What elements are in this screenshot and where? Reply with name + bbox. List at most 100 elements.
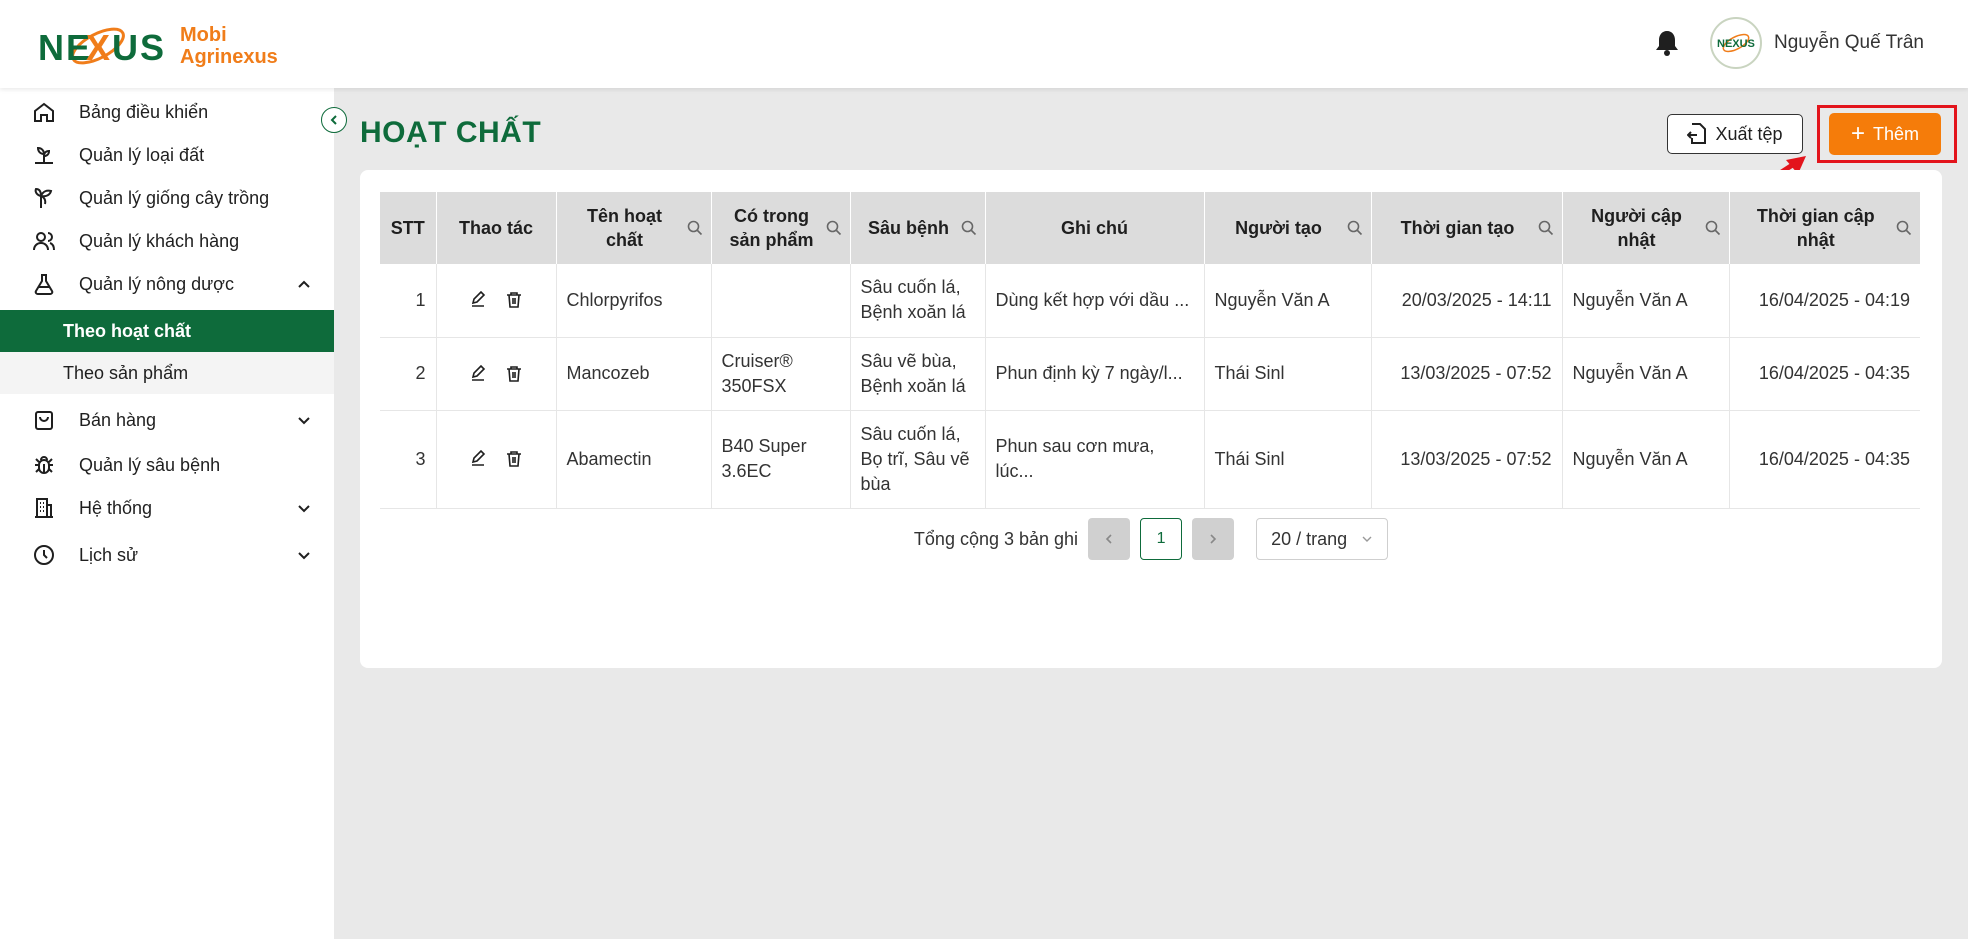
sidebar-subitem-products[interactable]: Theo sản phẩm xyxy=(0,352,334,394)
column-header-name: Tên hoạt chất xyxy=(556,192,712,264)
page-button-current[interactable]: 1 xyxy=(1140,518,1183,560)
search-icon[interactable] xyxy=(687,220,703,236)
sidebar-item-dashboard[interactable]: Bảng điều khiển xyxy=(0,91,334,133)
svg-text:NE: NE xyxy=(38,27,92,68)
add-button-label: Thêm xyxy=(1873,123,1920,144)
cell-stt: 3 xyxy=(380,410,437,509)
add-button[interactable]: + Thêm xyxy=(1829,113,1941,155)
sidebar-item-label: Quản lý sâu bệnh xyxy=(79,454,221,475)
table-card: STT Thao tác Tên hoạt chất Có trong sản … xyxy=(360,170,1942,668)
building-icon xyxy=(30,494,58,522)
app-header: NE X US Mobi Agrinexus NEXUS Nguyễn Quế … xyxy=(0,0,1968,88)
column-header-actions: Thao tác xyxy=(436,192,557,264)
user-name[interactable]: Nguyễn Quế Trân xyxy=(1774,32,1924,54)
sidebar-collapse-button[interactable] xyxy=(321,107,347,133)
column-header-label: Thời gian tạo xyxy=(1400,218,1515,238)
cell-name: Abamectin xyxy=(556,410,712,509)
search-icon[interactable] xyxy=(826,220,842,236)
search-icon[interactable] xyxy=(1896,220,1912,236)
column-header-label: chất xyxy=(605,230,643,250)
export-button[interactable]: Xuất tệp xyxy=(1667,114,1803,154)
pagination-total: Tổng cộng 3 bản ghi xyxy=(913,528,1079,549)
column-header-label: Người tạo xyxy=(1235,218,1322,238)
sidebar-item-plants[interactable]: Quản lý giống cây trồng xyxy=(0,177,334,219)
edit-icon[interactable] xyxy=(469,450,487,468)
chevron-down-icon xyxy=(298,552,310,560)
brand-logo[interactable]: NE X US Mobi Agrinexus xyxy=(38,16,278,76)
column-header-label: Tên hoạt xyxy=(587,206,662,226)
cell-line: Bệnh xoăn lá xyxy=(860,375,966,396)
column-header-label: Có trong xyxy=(734,206,809,226)
column-header-created-at: Thời gian tạo xyxy=(1371,192,1563,264)
cell-line: Sâu vẽ bùa, xyxy=(860,350,957,371)
sidebar-item-history[interactable]: Lịch sử xyxy=(0,534,334,576)
sidebar-item-label: Lịch sử xyxy=(79,544,139,565)
cell-actions xyxy=(436,410,557,509)
search-icon[interactable] xyxy=(1705,220,1721,236)
column-header-label: nhật xyxy=(1617,230,1656,250)
cell-line: Bọ trĩ, Sâu vẽ xyxy=(860,448,970,469)
delete-icon[interactable] xyxy=(505,291,523,309)
svg-text:US: US xyxy=(112,27,164,68)
sidebar-item-system[interactable]: Hệ thống xyxy=(0,487,334,529)
page-size-select[interactable]: 20 / trang xyxy=(1256,518,1389,560)
main-content: HOẠT CHẤT Xuất tệp + Thêm STT Thao tác T… xyxy=(334,88,1968,939)
nexus-logo-icon: NE X US xyxy=(38,16,164,76)
delete-icon[interactable] xyxy=(505,450,523,468)
brand-name-line2: Agrinexus xyxy=(180,46,278,68)
prev-page-button[interactable] xyxy=(1088,518,1131,560)
edit-icon[interactable] xyxy=(469,291,487,309)
cell-note: Phun sau cơn mưa, lúc... xyxy=(985,410,1205,509)
export-button-label: Xuất tệp xyxy=(1715,123,1783,144)
cell-product: B40 Super 3.6EC xyxy=(711,410,851,509)
sidebar-item-label: Quản lý giống cây trồng xyxy=(79,187,270,208)
user-avatar[interactable]: NEXUS xyxy=(1710,17,1763,69)
search-icon[interactable] xyxy=(1538,220,1554,236)
cell-line: 3.6EC xyxy=(721,461,772,481)
sidebar-item-sales[interactable]: Bán hàng xyxy=(0,399,334,441)
notification-bell-icon[interactable] xyxy=(1652,28,1682,58)
cell-stt: 2 xyxy=(380,337,437,411)
sidebar-subitem-active-ingredients[interactable]: Theo hoạt chất xyxy=(0,310,334,352)
cell-note: Phun định kỳ 7 ngày/l... xyxy=(985,337,1205,411)
column-header-label: Người cập xyxy=(1591,206,1682,226)
search-icon[interactable] xyxy=(1347,220,1363,236)
table-row: 2 Mancozeb Cruiser® 350FSX Sâu vẽ bùa, Bện… xyxy=(380,337,1920,411)
next-page-button[interactable] xyxy=(1192,518,1235,560)
cell-updated-at: 16/04/2025 - 04:35 xyxy=(1729,410,1920,509)
shopping-bag-icon xyxy=(30,406,58,434)
chevron-right-icon xyxy=(1210,534,1217,544)
sidebar-item-label: Bảng điều khiển xyxy=(79,101,209,122)
sidebar-item-customers[interactable]: Quản lý khách hàng xyxy=(0,220,334,262)
chevron-down-icon xyxy=(298,417,310,425)
sidebar-item-pesticides[interactable]: Quản lý nông dược xyxy=(0,263,334,305)
cell-line: bùa xyxy=(860,473,891,494)
cell-name: Chlorpyrifos xyxy=(556,264,712,338)
cell-line: Bệnh xoăn lá xyxy=(860,302,966,323)
cell-creator: Nguyễn Văn A xyxy=(1204,264,1372,338)
chevron-left-icon xyxy=(330,115,337,125)
page-size-value: 20 / trang xyxy=(1271,528,1348,549)
column-header-note: Ghi chú xyxy=(985,192,1205,264)
edit-icon[interactable] xyxy=(469,364,487,383)
clock-icon xyxy=(30,541,58,569)
sidebar-item-label: Quản lý khách hàng xyxy=(79,230,240,251)
sidebar-item-soil[interactable]: Quản lý loại đất xyxy=(0,134,334,176)
sidebar-item-pests[interactable]: Quản lý sâu bệnh xyxy=(0,444,334,486)
table-row: 1 Chlorpyrifos Sâu cuốn lá, Bệnh xoăn lá … xyxy=(380,264,1920,338)
search-icon[interactable] xyxy=(961,220,977,236)
cell-updater: Nguyễn Văn A xyxy=(1562,337,1730,411)
sidebar-subitem-label: Theo sản phẩm xyxy=(63,362,189,383)
chevron-up-icon xyxy=(298,280,310,288)
cell-updater: Nguyễn Văn A xyxy=(1562,264,1730,338)
cell-updater: Nguyễn Văn A xyxy=(1562,410,1730,509)
column-header-updater: Người cập nhật xyxy=(1562,192,1730,264)
column-header-pest: Sâu bệnh xyxy=(850,192,986,264)
cell-updated-at: 16/04/2025 - 04:19 xyxy=(1729,264,1920,338)
cell-pest: Sâu cuốn lá, Bọ trĩ, Sâu vẽ bùa xyxy=(850,410,986,509)
column-header-product: Có trong sản phẩm xyxy=(711,192,851,264)
delete-icon[interactable] xyxy=(505,365,523,383)
brand-name-line1: Mobi xyxy=(180,24,227,46)
export-file-icon xyxy=(1687,123,1707,144)
column-header-label: STT xyxy=(390,218,425,238)
